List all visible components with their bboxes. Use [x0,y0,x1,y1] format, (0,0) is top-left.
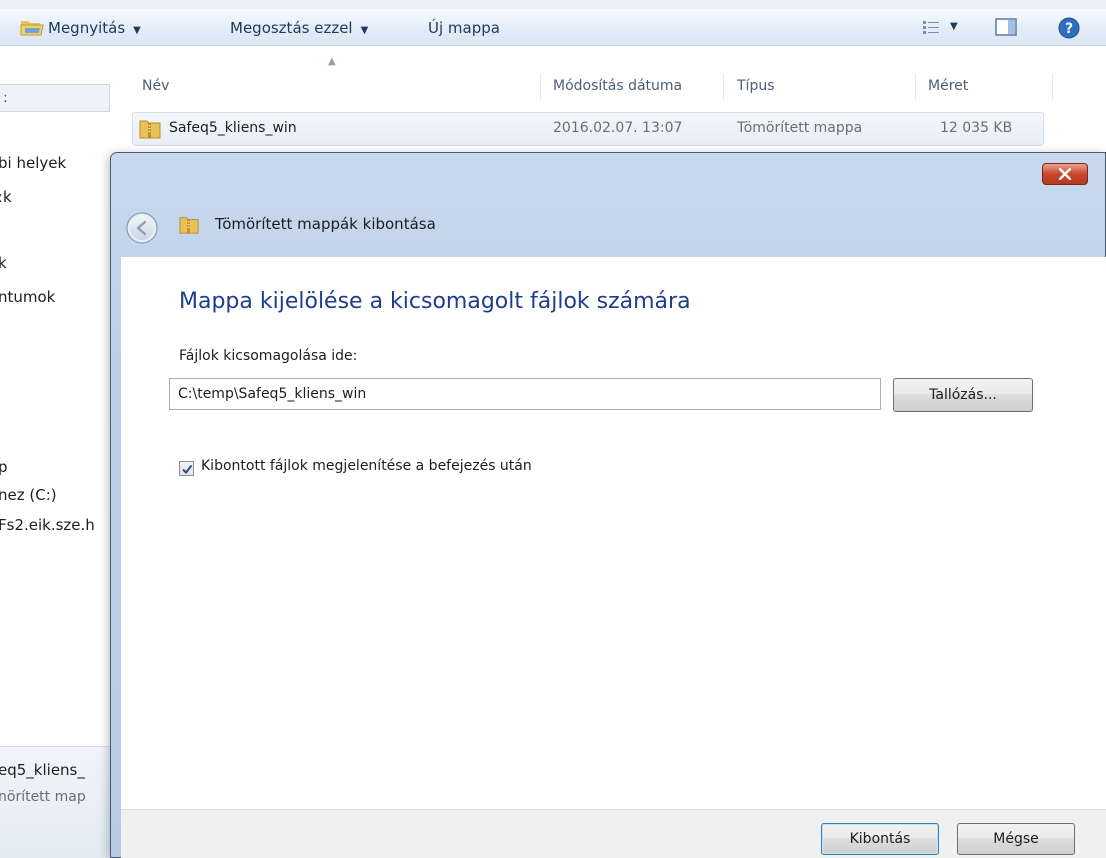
file-size: 12 035 KB [940,120,1013,136]
dialog-heading: Mappa kijelölése a kicsomagolt fájlok sz… [179,289,691,314]
help-icon[interactable]: ? [1058,17,1080,39]
destination-path-input[interactable] [169,378,881,410]
explorer-toolbar: Megnyitás ▼ Megosztás ezzel ▼ Új mappa ▼ ? [0,0,1106,46]
nav-item-local-disk[interactable]: nez (C:) [0,486,57,504]
nav-item-libraries[interactable]: ːk [0,188,12,206]
cancel-button[interactable]: Mégse [957,823,1075,855]
file-modified: 2016.02.07. 13:07 [553,120,683,136]
share-label: Megosztás ezzel [230,19,353,37]
dialog-title: Tömörített mappák kibontása [215,215,436,233]
close-button[interactable] [1042,163,1088,185]
zip-folder-icon [139,120,161,139]
details-file-name: eq5_kliens_ [0,761,85,779]
view-options-icon[interactable] [922,20,940,35]
show-files-checkbox[interactable] [179,461,194,476]
nav-search-field[interactable]: : [0,84,110,112]
new-folder-label: Új mappa [428,19,500,37]
nav-search-text: : [3,90,8,106]
folder-open-icon [20,21,44,36]
chevron-down-icon: ▼ [360,25,369,36]
svg-text:?: ? [1065,21,1073,37]
show-files-label: Kibontott fájlok megjelenítése a befejez… [201,458,532,474]
column-divider[interactable] [915,74,916,100]
extract-dialog: Tömörített mappák kibontása Mappa kijelö… [110,152,1106,858]
close-icon [1059,168,1071,180]
column-type[interactable]: Típus [737,78,775,94]
share-with-button[interactable]: Megosztás ezzel ▼ [230,15,368,41]
new-folder-button[interactable]: Új mappa [428,15,500,41]
chevron-down-icon: ▼ [133,25,141,36]
extract-button[interactable]: Kibontás [821,823,939,855]
view-chevron-down-icon[interactable]: ▼ [950,17,958,37]
open-button[interactable]: Megnyitás ▼ [20,15,141,41]
sort-ascending-icon: ▲ [328,56,336,67]
file-list-header: Név Módosítás dátuma Típus Méret [120,70,1106,104]
column-divider[interactable] [1052,74,1053,100]
column-modified[interactable]: Módosítás dátuma [553,78,682,94]
column-divider[interactable] [723,74,724,100]
dialog-content: Mappa kijelölése a kicsomagolt fájlok sz… [121,257,1106,809]
navigation-pane: : bi helyek ːk k ntumok p nez (C:) Fs2.e… [0,46,120,858]
preview-pane-icon[interactable] [995,18,1017,36]
nav-item-pictures[interactable]: k [0,254,7,272]
column-size[interactable]: Méret [928,78,968,94]
back-button[interactable] [125,211,159,245]
nav-item-recent-places[interactable]: bi helyek [0,154,66,172]
nav-item-computer[interactable]: p [0,458,8,476]
zip-folder-icon [179,217,199,234]
nav-item-documents[interactable]: ntumok [0,288,55,306]
details-pane: eq5_kliens_ nörített map [0,746,120,858]
column-divider[interactable] [540,74,541,100]
dialog-footer: Kibontás Mégse [121,809,1106,858]
file-type: Tömörített mappa [737,120,863,136]
browse-button[interactable]: Tallózás... [893,378,1033,412]
details-file-type: nörített map [0,789,86,805]
open-label: Megnyitás [48,19,126,37]
table-row[interactable]: Safeq5_kliens_win 2016.02.07. 13:07 Tömö… [132,112,1044,146]
checkmark-icon [182,464,193,475]
nav-item-network-drive[interactable]: Fs2.eik.sze.h [0,516,95,534]
destination-label: Fájlok kicsomagolása ide: [179,348,358,364]
column-name[interactable]: Név [142,78,169,94]
file-name: Safeq5_kliens_win [169,120,297,136]
